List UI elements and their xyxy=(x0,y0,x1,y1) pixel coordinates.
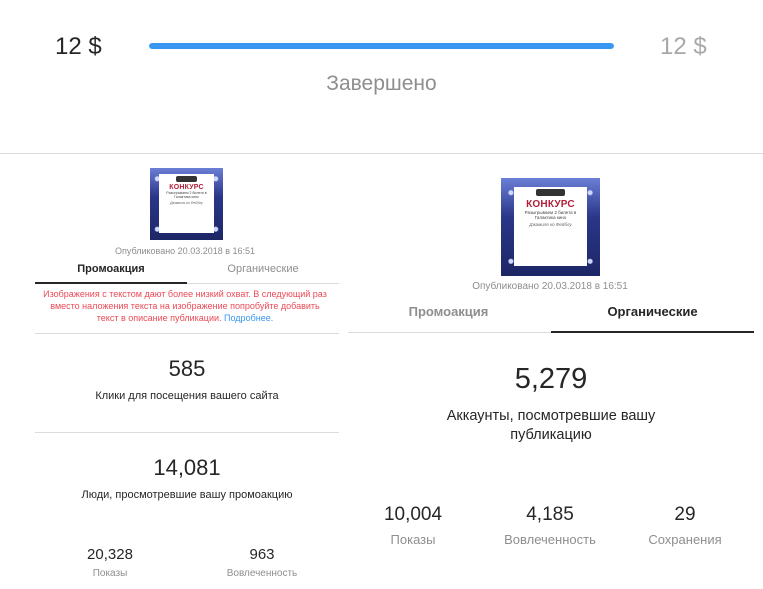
thumbnail-subtitle: Разыгрываем 2 билета в Галактика кино xyxy=(166,190,207,199)
saves-value: 29 xyxy=(674,504,696,525)
post-thumbnail-promo[interactable]: КОНКУРС Разыгрываем 2 билета в Галактика… xyxy=(150,168,223,240)
thumbnail-title: КОНКУРС xyxy=(169,183,204,191)
thumbnail-title: КОНКУРС xyxy=(526,198,575,210)
promotion-status: Завершено xyxy=(326,72,437,95)
spent-amount: 12 $ xyxy=(55,33,102,60)
thumbnail-card: КОНКУРС Разыгрываем 2 билета в Галактика… xyxy=(513,186,588,267)
budget-progress-bar xyxy=(149,43,614,49)
thumbnail-signature: Джамиля ко Фейблу xyxy=(529,222,572,228)
published-date: Опубликовано 20.03.2018 в 16:51 xyxy=(472,281,628,292)
reach-label: Люди, просмотревшие вашу промоакцию xyxy=(81,489,293,501)
thumbnail-subtitle: Разыгрываем 2 билета в Галактика кино xyxy=(524,209,577,221)
tab-promotion-indicator xyxy=(35,282,187,284)
thumbnail-signature: Джамиля ко Фейблу xyxy=(170,200,203,205)
tab-organic[interactable]: Органические xyxy=(187,263,339,275)
budget-amount: 12 $ xyxy=(660,33,707,60)
tab-organic-indicator xyxy=(551,331,754,333)
cinema-logo-icon xyxy=(175,176,198,182)
engagement-value: 963 xyxy=(249,546,275,563)
impressions-value: 10,004 xyxy=(383,504,443,525)
section-divider xyxy=(35,333,339,334)
header-divider xyxy=(0,153,763,154)
clicks-label: Клики для посещения вашего сайта xyxy=(95,390,279,402)
impressions-label: Показы xyxy=(390,532,436,547)
warning-text: Изображения с текстом дают более низкий … xyxy=(43,289,327,323)
clicks-value: 585 xyxy=(168,356,206,381)
post-thumbnail-organic[interactable]: КОНКУРС Разыгрываем 2 билета в Галактика… xyxy=(501,178,600,276)
published-date: Опубликовано 20.03.2018 в 16:51 xyxy=(114,246,256,256)
learn-more-link[interactable]: Подробнее. xyxy=(224,313,273,323)
section-divider xyxy=(35,432,339,433)
tab-promotion[interactable]: Промоакция xyxy=(35,263,187,275)
accounts-reached-value: 5,279 xyxy=(514,363,588,395)
budget-progress-fill xyxy=(149,43,614,49)
tab-promotion[interactable]: Промоакция xyxy=(348,304,549,319)
accounts-reached-label: Аккаунты, посмотревшие вашу публикацию xyxy=(446,408,656,443)
text-overlay-warning: Изображения с текстом дают более низкий … xyxy=(40,288,330,324)
tab-divider xyxy=(187,283,339,284)
impressions-value: 20,328 xyxy=(87,546,133,563)
reach-value: 14,081 xyxy=(153,455,221,480)
tab-divider xyxy=(348,332,551,333)
engagement-value: 4,185 xyxy=(526,504,574,525)
tab-organic[interactable]: Органические xyxy=(551,304,754,319)
engagement-label: Вовлеченность xyxy=(226,568,298,579)
saves-label: Сохранения xyxy=(648,532,722,547)
impressions-label: Показы xyxy=(92,568,128,579)
thumbnail-card: КОНКУРС Разыгрываем 2 билета в Галактика… xyxy=(159,174,214,233)
cinema-logo-icon xyxy=(535,188,566,196)
engagement-label: Вовлеченность xyxy=(504,532,596,547)
